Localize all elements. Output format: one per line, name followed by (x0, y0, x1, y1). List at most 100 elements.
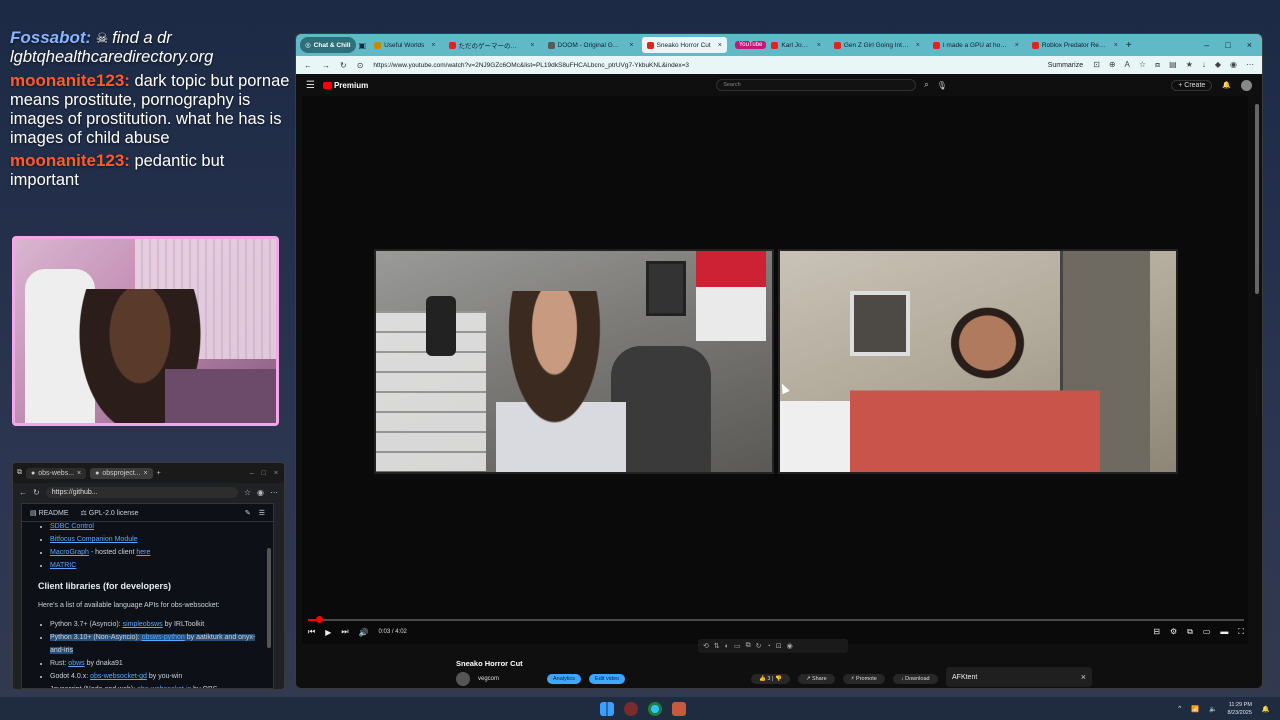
promote-button[interactable]: ⚡ Promote (842, 674, 885, 684)
windows-start-icon[interactable] (600, 701, 614, 716)
close-icon[interactable]: × (817, 42, 821, 49)
clock[interactable]: 11:29 PM 8/23/2025 (1227, 701, 1251, 717)
browser-tab[interactable]: Useful Worlds × (369, 37, 440, 53)
copilot-icon[interactable]: ◆ (1215, 60, 1221, 70)
tool-link[interactable]: MATRIC (50, 562, 76, 569)
read-aloud-icon[interactable]: A (1125, 60, 1130, 70)
filter-icon[interactable]: ◔ (766, 643, 770, 650)
mini-tab-obs-websocket[interactable]: ● obs-webs... × (26, 467, 87, 479)
audio-icon[interactable]: ◐ (725, 643, 729, 650)
close-icon[interactable]: × (629, 42, 633, 49)
reload-icon[interactable]: ↻ (33, 488, 40, 497)
progress-bar[interactable] (308, 616, 1244, 623)
previous-icon[interactable]: ⏮ (308, 627, 315, 637)
summarize-button[interactable]: Summarize (1048, 62, 1083, 69)
browser-tab[interactable]: I made a GPU at home × (928, 37, 1024, 53)
back-icon[interactable]: ← (19, 488, 27, 497)
progress-knob[interactable] (316, 616, 324, 623)
library-link[interactable]: obs-websocket-gd (90, 673, 147, 680)
notes-app-icon[interactable] (672, 701, 686, 716)
pip-icon[interactable]: ⧉ (746, 642, 751, 650)
outline-icon[interactable]: ☰ (259, 509, 265, 517)
channel-name[interactable]: vegcom (478, 676, 499, 682)
close-window-icon[interactable]: × (274, 470, 278, 477)
close-icon[interactable]: × (530, 42, 534, 49)
new-tab-icon[interactable]: + (157, 470, 161, 477)
settings-icon[interactable]: ⚙ (1170, 627, 1177, 637)
tool-link[interactable]: MacroGraph (50, 549, 89, 556)
screen-icon[interactable]: ▭ (734, 642, 741, 650)
close-icon[interactable]: × (916, 42, 920, 49)
favorite-icon[interactable]: ☆ (1139, 60, 1146, 70)
browser-tab[interactable]: Roblox Predator Realize... × (1027, 37, 1123, 53)
readme-scrollbar[interactable] (267, 548, 271, 648)
minimize-icon[interactable]: – (1204, 40, 1209, 50)
next-icon[interactable]: ⏭ (341, 627, 348, 637)
forward-icon[interactable]: → (322, 61, 330, 70)
page-scrollbar[interactable] (1255, 104, 1259, 294)
mic-icon[interactable]: 🎙 (937, 81, 947, 90)
hamburger-icon[interactable]: ☰ (306, 80, 315, 91)
minimize-icon[interactable]: – (250, 470, 254, 477)
reload-icon[interactable]: ↻ (340, 61, 347, 70)
tool-extra-link[interactable]: here (136, 549, 150, 556)
extensions-icon[interactable]: ⧈ (1155, 60, 1160, 70)
search-icon[interactable]: ⌕ (924, 80, 928, 90)
loop-icon[interactable]: ⟲ (703, 642, 709, 650)
tray-expand-icon[interactable]: ^ (1178, 705, 1181, 712)
edge-browser-icon[interactable] (648, 701, 662, 716)
youtube-logo[interactable]: Premium (322, 81, 368, 90)
close-window-icon[interactable]: × (1247, 40, 1252, 50)
wifi-icon[interactable]: 📶 (1191, 705, 1199, 713)
record-icon[interactable]: ◉ (787, 642, 793, 650)
maximize-icon[interactable]: □ (262, 470, 266, 477)
tab-actions-icon[interactable]: ▣ (359, 41, 367, 50)
browser-tab[interactable]: DOOM - Original Game × (543, 37, 639, 53)
close-icon[interactable]: × (144, 470, 148, 477)
close-icon[interactable]: × (1015, 42, 1019, 49)
browser-tab[interactable]: Gen Z Girl Going Into D... × (829, 37, 925, 53)
tool-link[interactable]: SDBC Control (50, 523, 94, 530)
screenshot-icon[interactable]: ⊡ (776, 642, 782, 650)
download-button[interactable]: ↓ Download (892, 674, 938, 684)
search-input[interactable]: Search (716, 79, 917, 91)
favorites-icon[interactable]: ★ (1186, 60, 1193, 70)
collections-icon[interactable]: ▤ (1169, 60, 1177, 70)
analytics-button[interactable]: Analytics (547, 674, 582, 684)
reader-icon[interactable]: ⊡ (1093, 60, 1100, 70)
miniplayer-icon[interactable]: ⧉ (1187, 627, 1193, 637)
notifications-icon[interactable]: 🔔 (1222, 81, 1231, 89)
channel-avatar[interactable] (456, 672, 470, 686)
address-bar[interactable]: https://www.youtube.com/watch?v=2NJ9GZc6… (373, 62, 1037, 69)
tool-link[interactable]: Bitfocus Companion Module (50, 536, 138, 543)
notifications-tray-icon[interactable]: 🔔 (1262, 705, 1270, 713)
back-icon[interactable]: ← (304, 61, 312, 70)
list-item[interactable]: SDBC Control (50, 520, 257, 533)
close-icon[interactable]: × (1081, 672, 1086, 682)
library-link[interactable]: simpleobsws (123, 621, 163, 628)
profile-icon[interactable]: ◉ (1230, 60, 1237, 70)
avatar[interactable] (1241, 79, 1252, 91)
close-icon[interactable]: × (718, 42, 722, 49)
browser-tab[interactable]: Sneako Horror Cut × (641, 37, 727, 53)
star-icon[interactable]: ☆ (244, 488, 251, 497)
readme-tab[interactable]: ▤ README (30, 509, 69, 517)
browser-tab[interactable]: YouTube Karl Jobst and Muttahar × (730, 37, 826, 53)
play-icon[interactable]: ▶ (325, 628, 331, 637)
profile-icon[interactable]: ◉ (257, 488, 264, 497)
library-link[interactable]: obs-websocket-js (137, 686, 191, 688)
like-button[interactable]: 👍 3 | 👎 (751, 674, 790, 684)
tab-group-chat-chill[interactable]: ◎ Chat & Chill (300, 37, 356, 53)
volume-tray-icon[interactable]: 🔈 (1209, 705, 1217, 713)
video-player[interactable]: ⏮ ▶ ⏭ 🔊 0:03 / 4:02 ⊟ ⚙ ⧉ ▭ ▬ ⛶ (302, 96, 1248, 644)
obs-app-icon[interactable] (624, 701, 638, 716)
tab-actions-icon[interactable]: ⧉ (17, 469, 22, 477)
zoom-icon[interactable]: ⊕ (1109, 60, 1116, 70)
license-tab[interactable]: ⚖ GPL-2.0 license (81, 509, 139, 517)
close-icon[interactable]: × (77, 470, 81, 477)
create-button[interactable]: + Create (1171, 79, 1213, 91)
new-tab-icon[interactable]: + (1126, 40, 1132, 51)
volume-icon[interactable]: 🔊 (359, 628, 369, 637)
mini-url-bar[interactable]: https://github... (45, 486, 238, 498)
menu-icon[interactable]: ⋯ (1246, 60, 1254, 70)
